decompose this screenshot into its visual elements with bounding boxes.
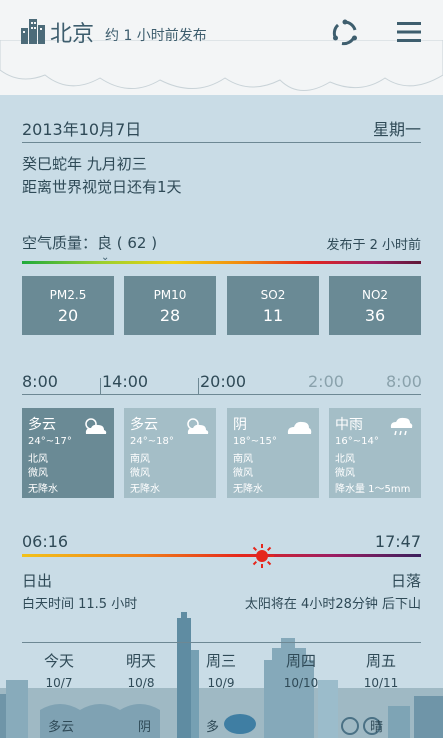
header: 北京 约 1 小时前发布	[0, 0, 443, 95]
forecast-wind-direction: 北风	[335, 454, 355, 465]
date-text: 2013年10月7日	[22, 120, 142, 139]
day-name: 周三	[205, 652, 236, 670]
forecast-card[interactable]: 多云 24°~18° 南风 微风 无降水	[124, 408, 216, 498]
forecast-condition: 多云	[130, 417, 158, 433]
day-name: 周四	[285, 652, 316, 670]
day-name: 今天	[43, 652, 74, 670]
rain-icon	[390, 417, 413, 436]
air-quality-scale	[22, 261, 421, 264]
strip-condition: 晴	[370, 720, 384, 735]
holiday-countdown: 距离世界视觉日还有1天	[22, 178, 182, 196]
weather-page: 北京 约 1 小时前发布 2013年10月7日 星期一 癸巳蛇年 九月初三 距离…	[0, 0, 443, 738]
forecast-timeline: 8:00 14:00 20:00 2:00 8:00	[22, 372, 422, 395]
pollutant-card-pm10[interactable]: PM10 28	[124, 276, 216, 335]
forecast-temperature: 16°~14°	[335, 436, 379, 447]
pollutant-value: 11	[262, 306, 284, 325]
day-name: 明天	[125, 652, 156, 670]
pollutant-name: PM2.5	[49, 288, 87, 302]
day-date: 10/10	[283, 676, 319, 690]
cloud-icon	[287, 421, 312, 434]
cloud-decoration	[0, 40, 443, 91]
forecast-card[interactable]: 阴 18°~15° 南风 微风 无降水	[227, 408, 319, 498]
pollutant-card-pm25[interactable]: PM2.5 20	[22, 276, 114, 335]
forecast-wind-speed: 微风	[335, 468, 355, 479]
pollutant-value: 36	[364, 306, 386, 325]
pollutant-cards: PM2.5 20 PM10 28 SO2 11 NO2 36	[22, 276, 421, 335]
forecast-cards: 多云 24°~17° 北风 微风 无降水 多云 24°~18° 南风 微风 无降…	[22, 408, 421, 498]
timeline-label: 14:00	[102, 372, 149, 391]
forecast-condition: 中雨	[335, 417, 363, 433]
sun-icon	[250, 544, 274, 568]
forecast-wind-direction: 北风	[28, 454, 48, 465]
strip-condition: 阴	[138, 720, 152, 735]
lunar-date: 癸巳蛇年 九月初三	[22, 155, 147, 173]
day-name: 周五	[365, 652, 396, 670]
forecast-wind-direction: 南风	[130, 454, 150, 465]
timeline-label: 20:00	[200, 372, 247, 391]
day-date: 10/9	[207, 676, 235, 690]
city-icon	[21, 19, 45, 44]
pollutant-card-so2[interactable]: SO2 11	[227, 276, 319, 335]
day-date: 10/8	[127, 676, 155, 690]
forecast-wind-speed: 微风	[233, 468, 253, 479]
forecast-temperature: 18°~15°	[233, 436, 277, 447]
forecast-precipitation: 无降水	[28, 484, 58, 495]
day-date: 10/11	[363, 676, 399, 690]
publish-time: 约 1 小时前发布	[105, 28, 207, 44]
pollutant-name: SO2	[260, 288, 286, 302]
bottom-condition-strip: 多云 阴 多 晴	[0, 716, 443, 738]
day-item-today[interactable]: 今天 10/7	[22, 650, 96, 690]
sunset-label: 日落	[390, 572, 421, 590]
pollutant-name: NO2	[361, 288, 389, 302]
day-selector: 今天 10/7 明天 10/8 周三 10/9 周四 10/10 周五 10/1…	[22, 650, 442, 696]
day-date: 10/7	[45, 676, 73, 690]
days-divider	[22, 642, 421, 643]
strip-condition: 多云	[48, 720, 75, 735]
forecast-card[interactable]: 中雨 16°~14° 北风 微风 降水量 1～5mm	[329, 408, 421, 498]
refresh-icon[interactable]	[330, 18, 360, 48]
daylight-bar	[22, 554, 421, 557]
forecast-condition: 多云	[28, 417, 56, 433]
day-item-thursday[interactable]: 周四 10/10	[264, 650, 338, 690]
pollutant-value: 28	[159, 306, 181, 325]
timeline-label: 8:00	[22, 372, 58, 391]
forecast-precipitation: 无降水	[130, 484, 160, 495]
pollutant-card-no2[interactable]: NO2 36	[329, 276, 421, 335]
day-item-tomorrow[interactable]: 明天 10/8	[104, 650, 178, 690]
forecast-wind-speed: 微风	[130, 468, 150, 479]
timeline-line	[22, 394, 421, 395]
timeline-label: 8:00	[386, 372, 422, 391]
pollutant-value: 20	[57, 306, 79, 325]
strip-condition: 多	[206, 720, 220, 735]
day-item-wednesday[interactable]: 周三 10/9	[184, 650, 258, 690]
air-quality-published: 发布于 2 小时前	[326, 238, 421, 253]
sunrise-time: 06:16	[22, 532, 69, 551]
forecast-wind-direction: 南风	[233, 454, 253, 465]
city-name[interactable]: 北京	[50, 16, 94, 48]
forecast-condition: 阴	[233, 417, 247, 433]
forecast-temperature: 24°~17°	[28, 436, 72, 447]
partly-cloudy-icon	[187, 418, 209, 434]
weekday: 星期一	[372, 120, 421, 139]
sunrise-label: 日出	[22, 572, 53, 590]
partly-cloudy-icon	[85, 418, 107, 434]
forecast-wind-speed: 微风	[28, 468, 48, 479]
day-item-friday[interactable]: 周五 10/11	[344, 650, 418, 690]
sunset-time: 17:47	[374, 532, 421, 551]
menu-icon[interactable]	[397, 20, 421, 44]
forecast-temperature: 24°~18°	[130, 436, 174, 447]
timeline-tick	[198, 378, 199, 394]
timeline-label: 2:00	[308, 372, 344, 391]
air-quality-label[interactable]: 空气质量：良 ( 62 )	[22, 232, 157, 253]
pollutant-name: PM10	[153, 288, 187, 302]
forecast-precipitation: 无降水	[233, 484, 263, 495]
air-quality-pointer-icon: ⌄	[101, 252, 110, 263]
timeline-tick	[100, 378, 101, 394]
forecast-precipitation: 降水量 1～5mm	[335, 484, 411, 495]
forecast-card[interactable]: 多云 24°~17° 北风 微风 无降水	[22, 408, 114, 498]
date-row: 2013年10月7日 星期一	[22, 116, 421, 143]
